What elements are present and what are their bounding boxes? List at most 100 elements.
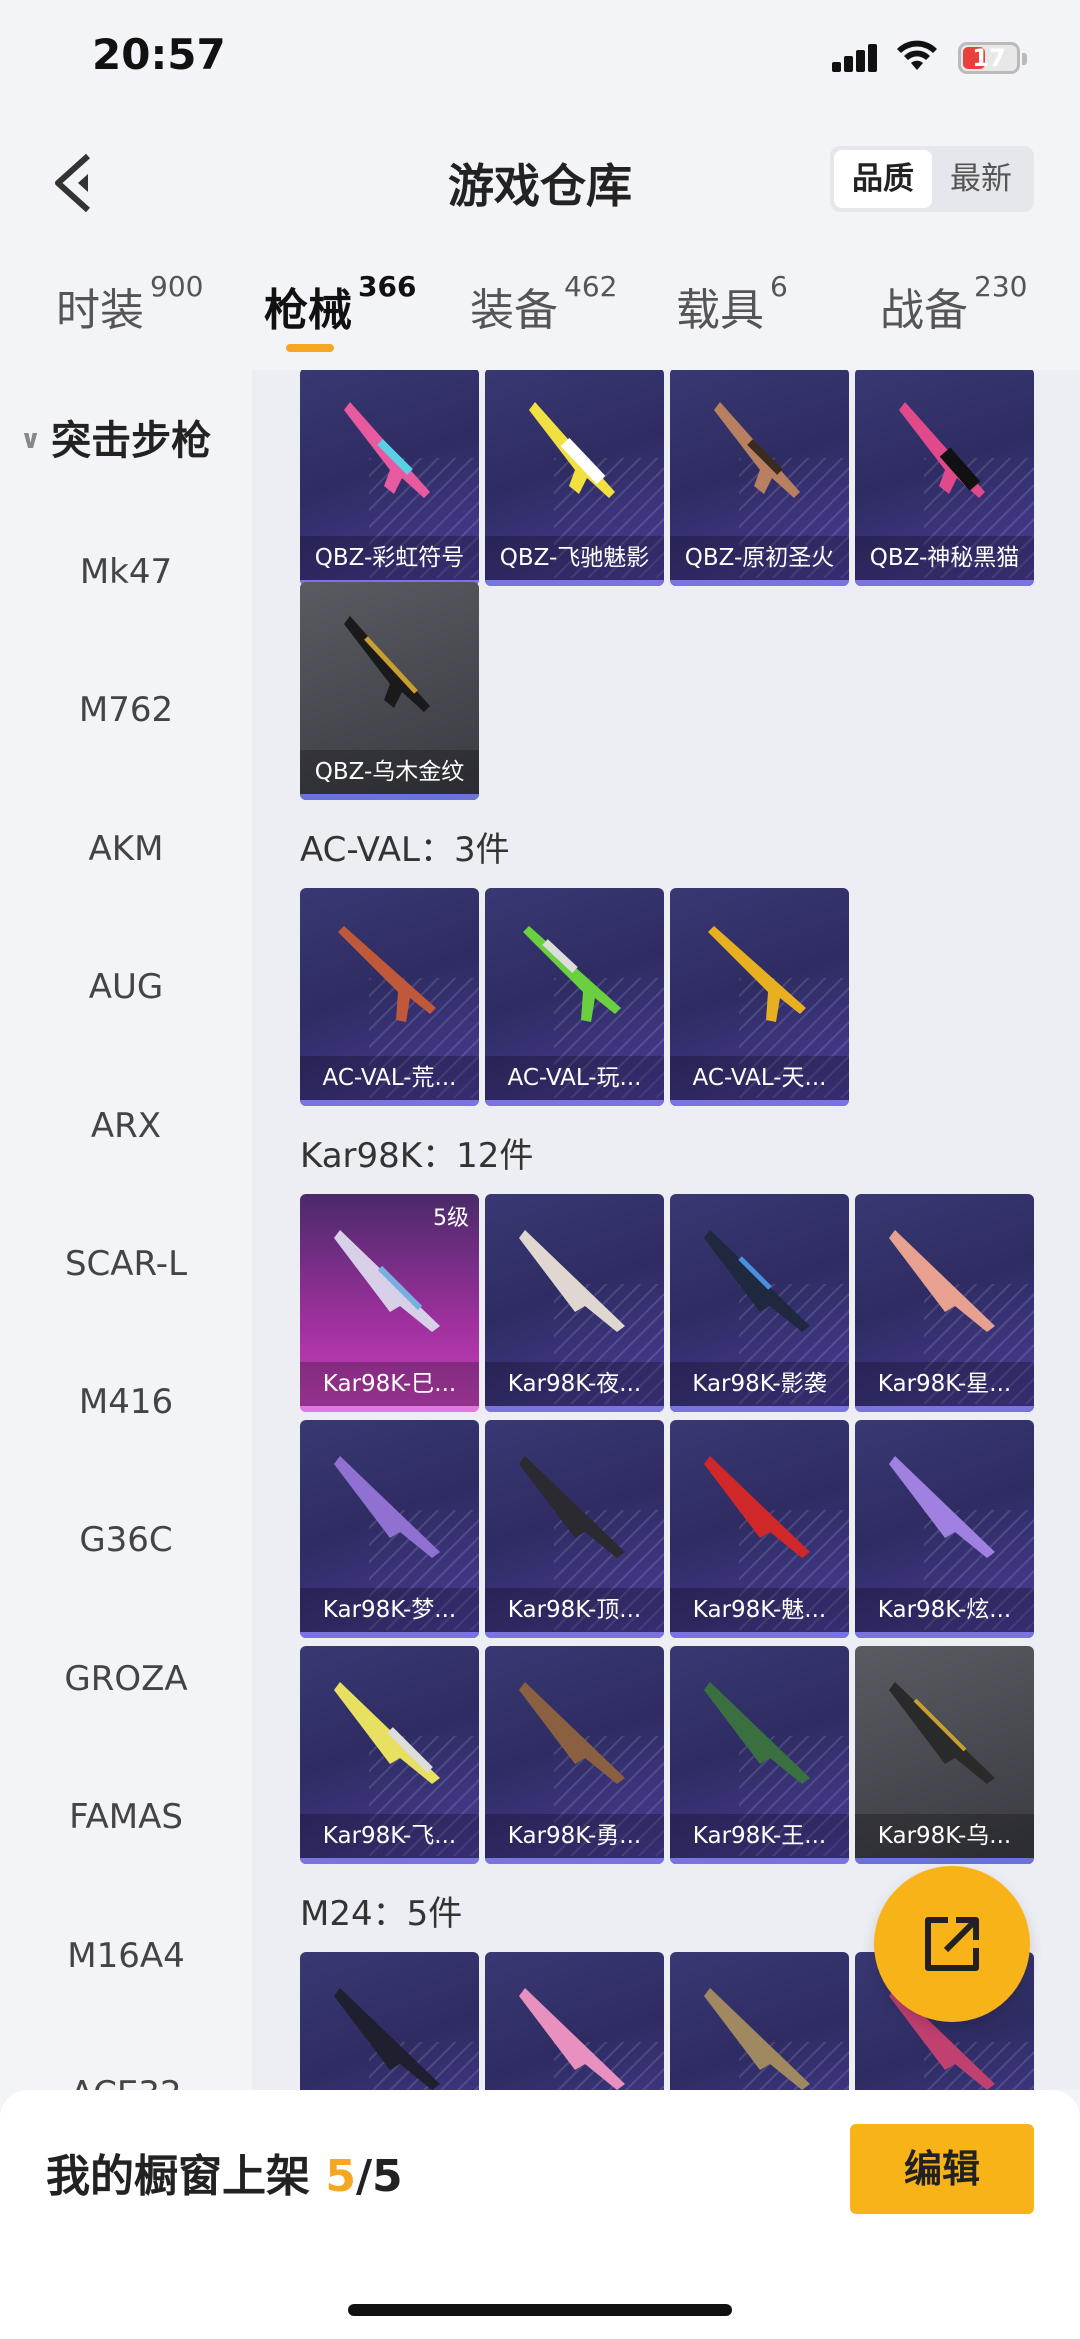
status-time: 20:57 bbox=[92, 30, 226, 79]
sort-latest[interactable]: 最新 bbox=[932, 150, 1030, 208]
sniper-rifle-icon bbox=[519, 1988, 625, 2090]
weapon-card[interactable]: Kar98K-乌... bbox=[855, 1646, 1034, 1864]
sidebar-group-assault-rifles[interactable]: ∨ 突击步枪 bbox=[20, 408, 211, 466]
weapon-card[interactable] bbox=[485, 1952, 664, 2090]
weapon-card[interactable]: 5级 Kar98K-巳... bbox=[300, 1194, 479, 1412]
kar98k-row-1: 5级 Kar98K-巳... Kar98K-夜... Kar98K-影袭 Kar… bbox=[300, 1194, 1034, 1412]
qbz-row-2: QBZ-乌木金纹 bbox=[300, 582, 479, 800]
weapon-card[interactable]: QBZ-神秘黑猫 bbox=[855, 370, 1034, 586]
weapon-name: Kar98K-巳... bbox=[300, 1362, 479, 1406]
sidebar-item[interactable]: AUG bbox=[0, 967, 252, 1007]
chevron-down-icon: ∨ bbox=[20, 425, 42, 455]
sniper-rifle-icon bbox=[519, 1682, 625, 1784]
sniper-rifle-icon bbox=[334, 1230, 440, 1332]
sidebar-item[interactable]: Mk47 bbox=[0, 552, 252, 592]
weapon-grid: QBZ-彩虹符号 QBZ-飞驰魅影 QBZ-原初圣火 QBZ-神秘黑猫 QBZ-… bbox=[252, 370, 1080, 2090]
weapon-card[interactable] bbox=[670, 1952, 849, 2090]
share-button[interactable] bbox=[874, 1866, 1030, 2022]
weapon-card[interactable]: Kar98K-夜... bbox=[485, 1194, 664, 1412]
sidebar-item[interactable]: G36C bbox=[0, 1520, 252, 1560]
weapon-card[interactable]: QBZ-飞驰魅影 bbox=[485, 370, 664, 586]
battery-level: 17 bbox=[972, 44, 1006, 72]
weapon-name: Kar98K-王... bbox=[670, 1814, 849, 1858]
sniper-rifle-icon bbox=[889, 1456, 995, 1558]
sniper-rifle-icon bbox=[704, 1230, 810, 1332]
weapon-name: Kar98K-魅... bbox=[670, 1588, 849, 1632]
weapon-name: Kar98K-顶... bbox=[485, 1588, 664, 1632]
tab-equipment[interactable]: 装备 462 bbox=[470, 270, 617, 338]
rifle-icon bbox=[529, 402, 615, 498]
weapon-card[interactable]: Kar98K-梦... bbox=[300, 1420, 479, 1638]
kar98k-row-2: Kar98K-梦... Kar98K-顶... Kar98K-魅... Kar9… bbox=[300, 1420, 1034, 1638]
sniper-rifle-icon bbox=[704, 1988, 810, 2090]
sidebar-item[interactable]: M762 bbox=[0, 690, 252, 730]
sniper-rifle-icon bbox=[334, 1682, 440, 1784]
weapon-name: AC-VAL-荒... bbox=[300, 1056, 479, 1100]
kar98k-row-3: Kar98K-飞... Kar98K-勇... Kar98K-王... Kar9… bbox=[300, 1646, 1034, 1864]
battery-icon: 17 bbox=[958, 42, 1027, 74]
section-title-m24: M24：5件 bbox=[300, 1894, 463, 1934]
weapon-card[interactable]: Kar98K-勇... bbox=[485, 1646, 664, 1864]
sort-toggle[interactable]: 品质 最新 bbox=[830, 146, 1034, 212]
weapon-card[interactable]: AC-VAL-荒... bbox=[300, 888, 479, 1106]
weapon-name: QBZ-原初圣火 bbox=[670, 536, 849, 580]
weapon-card[interactable]: Kar98K-顶... bbox=[485, 1420, 664, 1638]
weapon-card[interactable]: Kar98K-炫... bbox=[855, 1420, 1034, 1638]
rifle-icon bbox=[708, 926, 806, 1022]
weapon-card[interactable]: Kar98K-魅... bbox=[670, 1420, 849, 1638]
rifle-icon bbox=[714, 402, 800, 498]
weapon-name: Kar98K-勇... bbox=[485, 1814, 664, 1858]
weapon-card[interactable]: Kar98K-飞... bbox=[300, 1646, 479, 1864]
rifle-icon bbox=[899, 402, 985, 498]
signal-icon bbox=[832, 44, 878, 72]
wifi-icon bbox=[897, 40, 937, 70]
sort-quality[interactable]: 品质 bbox=[834, 150, 932, 208]
sidebar-item[interactable]: M16A4 bbox=[0, 1936, 252, 1976]
sidebar-item[interactable]: FAMAS bbox=[0, 1797, 252, 1837]
sidebar-item[interactable]: ARX bbox=[0, 1106, 252, 1146]
tab-fashion[interactable]: 时装 900 bbox=[56, 270, 203, 338]
sniper-rifle-icon bbox=[889, 1230, 995, 1332]
tab-vehicles[interactable]: 载具 6 bbox=[676, 270, 788, 338]
weapon-card[interactable]: QBZ-彩虹符号 bbox=[300, 370, 479, 586]
sidebar-item[interactable]: AKM bbox=[0, 829, 252, 869]
sidebar-item[interactable]: ACE32 bbox=[0, 2074, 252, 2090]
tab-supplies[interactable]: 战备 230 bbox=[880, 270, 1027, 338]
weapon-card[interactable]: AC-VAL-玩... bbox=[485, 888, 664, 1106]
section-title-acval: AC-VAL：3件 bbox=[300, 830, 510, 870]
weapon-sidebar: ∨ 突击步枪 Mk47 M762 AKM AUG ARX SCAR-L M416 … bbox=[0, 370, 252, 2090]
tab-firearms[interactable]: 枪械 366 bbox=[264, 270, 416, 338]
weapon-card[interactable]: QBZ-原初圣火 bbox=[670, 370, 849, 586]
weapon-card[interactable]: Kar98K-影袭 bbox=[670, 1194, 849, 1412]
sidebar-item[interactable]: GROZA bbox=[0, 1659, 252, 1699]
sniper-rifle-icon bbox=[889, 1682, 995, 1784]
weapon-card[interactable]: Kar98K-星... bbox=[855, 1194, 1034, 1412]
showcase-status: 我的橱窗上架 5/5 bbox=[46, 2151, 403, 2202]
weapon-name: Kar98K-梦... bbox=[300, 1588, 479, 1632]
weapon-name: QBZ-彩虹符号 bbox=[300, 536, 479, 580]
weapon-card[interactable]: QBZ-乌木金纹 bbox=[300, 582, 479, 800]
sidebar-item[interactable]: M416 bbox=[0, 1382, 252, 1422]
sniper-rifle-icon bbox=[334, 1456, 440, 1558]
weapon-name: Kar98K-影袭 bbox=[670, 1362, 849, 1406]
header: 游戏仓库 品质 最新 bbox=[0, 120, 1080, 240]
sidebar-item[interactable]: SCAR-L bbox=[0, 1244, 252, 1284]
sniper-rifle-icon bbox=[704, 1456, 810, 1558]
weapon-card[interactable] bbox=[300, 1952, 479, 2090]
weapon-name: Kar98K-乌... bbox=[855, 1814, 1034, 1858]
weapon-name: QBZ-神秘黑猫 bbox=[855, 536, 1034, 580]
active-tab-indicator bbox=[286, 344, 334, 352]
weapon-name: Kar98K-夜... bbox=[485, 1362, 664, 1406]
home-indicator bbox=[348, 2304, 732, 2316]
rifle-icon bbox=[344, 402, 430, 498]
weapon-card[interactable]: AC-VAL-天... bbox=[670, 888, 849, 1106]
weapon-card[interactable]: Kar98K-王... bbox=[670, 1646, 849, 1864]
sniper-rifle-icon bbox=[334, 1988, 440, 2090]
category-tabs: 时装 900 枪械 366 装备 462 载具 6 战备 230 bbox=[0, 250, 1080, 370]
weapon-name: AC-VAL-玩... bbox=[485, 1056, 664, 1100]
status-bar: 20:57 17 bbox=[0, 0, 1080, 120]
section-title-kar98k: Kar98K：12件 bbox=[300, 1136, 534, 1176]
weapon-name: QBZ-乌木金纹 bbox=[300, 750, 479, 794]
edit-button[interactable]: 编辑 bbox=[850, 2124, 1034, 2214]
acval-row: AC-VAL-荒... AC-VAL-玩... AC-VAL-天... bbox=[300, 888, 849, 1106]
